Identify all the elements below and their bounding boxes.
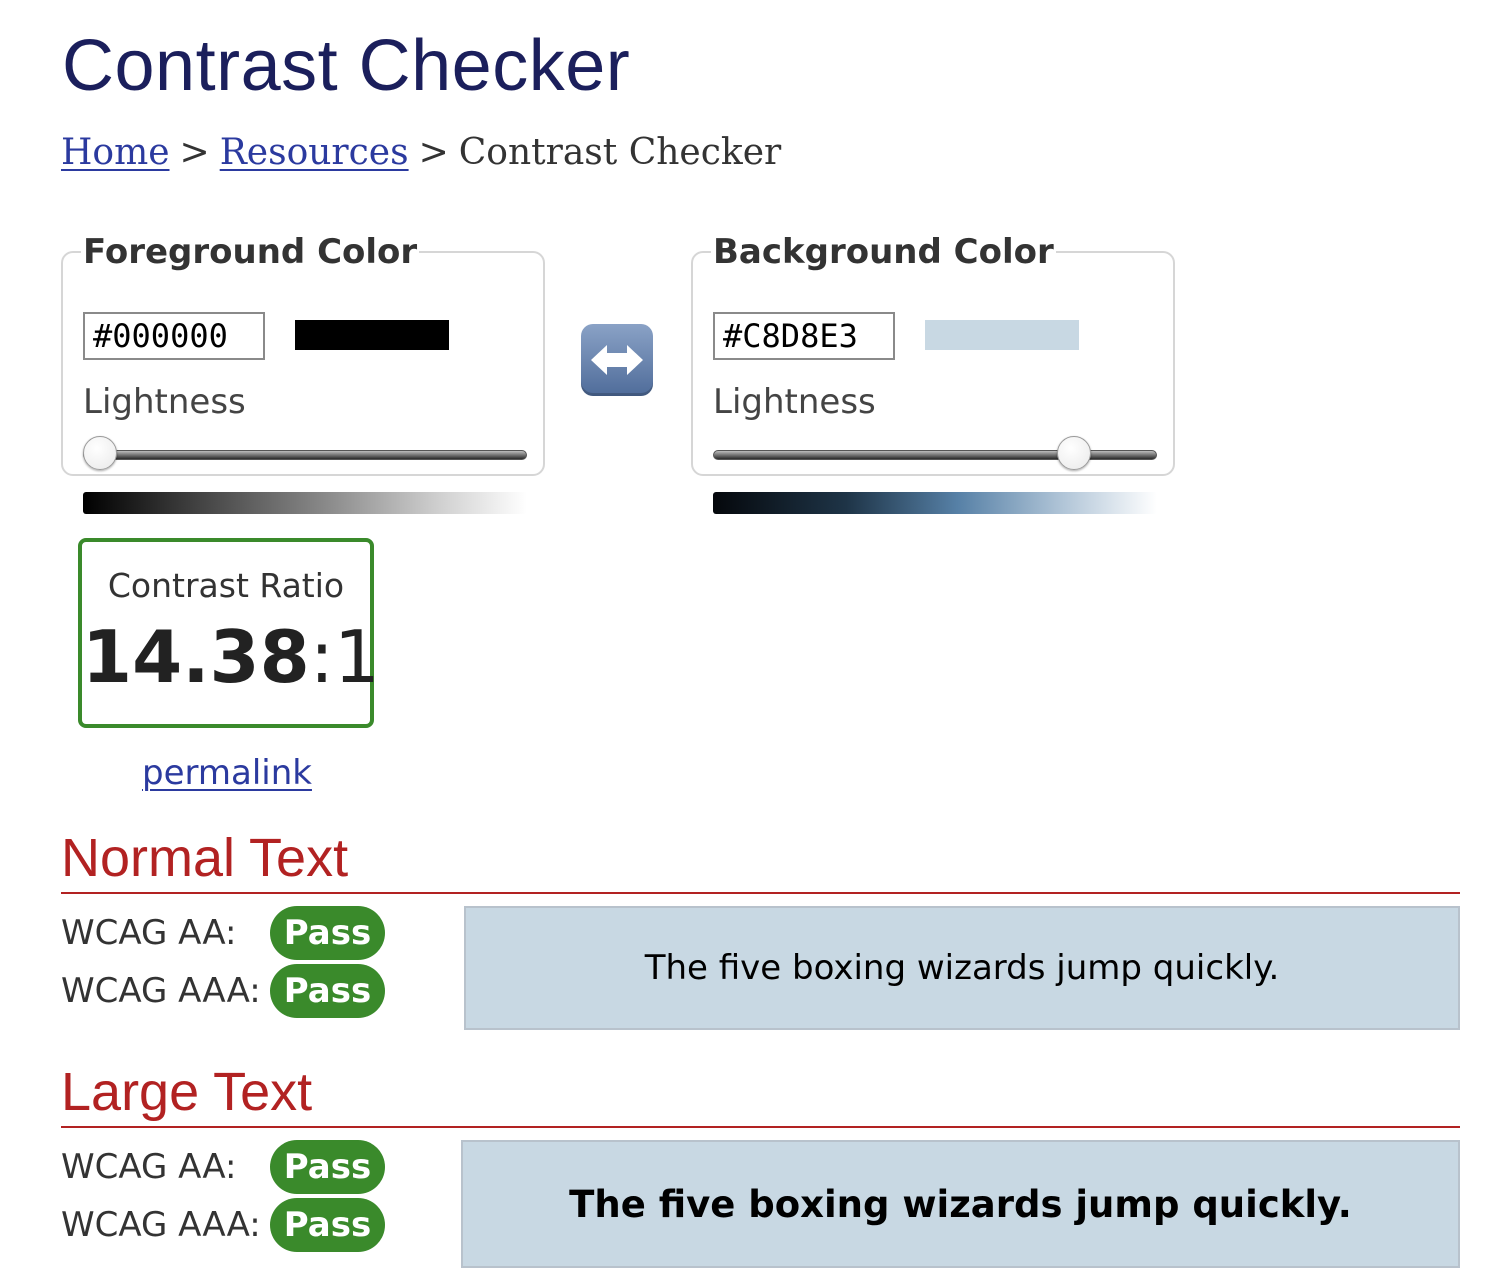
background-color-panel: Background Color Lightness: [691, 232, 1175, 514]
large-wcag-aa-label: WCAG AA:: [61, 1147, 237, 1187]
normal-text-heading: Normal Text: [61, 828, 1460, 894]
foreground-color-legend: Foreground Color: [83, 232, 418, 272]
contrast-ratio-suffix: :1: [309, 615, 380, 699]
foreground-lightness-slider-track[interactable]: [83, 450, 527, 460]
large-wcag-aaa-label: WCAG AAA:: [61, 1205, 261, 1245]
permalink-link[interactable]: permalink: [142, 752, 312, 794]
normal-wcag-aaa-label: WCAG AAA:: [61, 971, 261, 1011]
breadcrumb: Home > Resources > Contrast Checker: [61, 130, 781, 176]
background-lightness-gradient: [713, 492, 1157, 514]
background-color-legend: Background Color: [713, 232, 1054, 272]
page-title: Contrast Checker: [62, 26, 631, 106]
contrast-ratio-value: 14.38:1: [82, 615, 380, 699]
normal-wcag-aaa-badge: Pass: [270, 964, 385, 1018]
left-right-arrow-icon: [591, 345, 643, 375]
large-text-heading: Large Text: [61, 1062, 1460, 1128]
contrast-ratio-label: Contrast Ratio: [107, 566, 345, 605]
normal-wcag-aa-badge: Pass: [270, 906, 385, 960]
foreground-hex-input[interactable]: [83, 312, 265, 360]
contrast-ratio-number: 14.38: [82, 615, 310, 699]
swap-colors-button[interactable]: [581, 324, 653, 396]
normal-wcag-aa-label: WCAG AA:: [61, 913, 237, 953]
breadcrumb-resources-link[interactable]: Resources: [220, 132, 409, 173]
foreground-lightness-slider-thumb[interactable]: [83, 436, 117, 470]
background-lightness-slider-thumb[interactable]: [1057, 436, 1092, 470]
large-text-sample: The five boxing wizards jump quickly.: [461, 1140, 1460, 1268]
foreground-color-swatch[interactable]: [295, 320, 449, 350]
breadcrumb-current: Contrast Checker: [458, 132, 782, 173]
breadcrumb-separator: >: [179, 132, 210, 173]
breadcrumb-home-link[interactable]: Home: [61, 132, 170, 173]
foreground-lightness-label: Lightness: [83, 382, 246, 422]
large-wcag-aaa-badge: Pass: [270, 1198, 385, 1252]
large-wcag-aa-badge: Pass: [270, 1140, 385, 1194]
background-color-swatch[interactable]: [925, 320, 1079, 350]
background-lightness-label: Lightness: [713, 382, 876, 422]
foreground-color-panel: Foreground Color Lightness: [61, 232, 545, 514]
breadcrumb-separator: >: [418, 132, 449, 173]
contrast-ratio-box: Contrast Ratio 14.38:1: [78, 538, 380, 728]
normal-text-sample: The five boxing wizards jump quickly.: [464, 906, 1460, 1030]
background-hex-input[interactable]: [713, 312, 895, 360]
foreground-lightness-gradient: [83, 492, 527, 514]
